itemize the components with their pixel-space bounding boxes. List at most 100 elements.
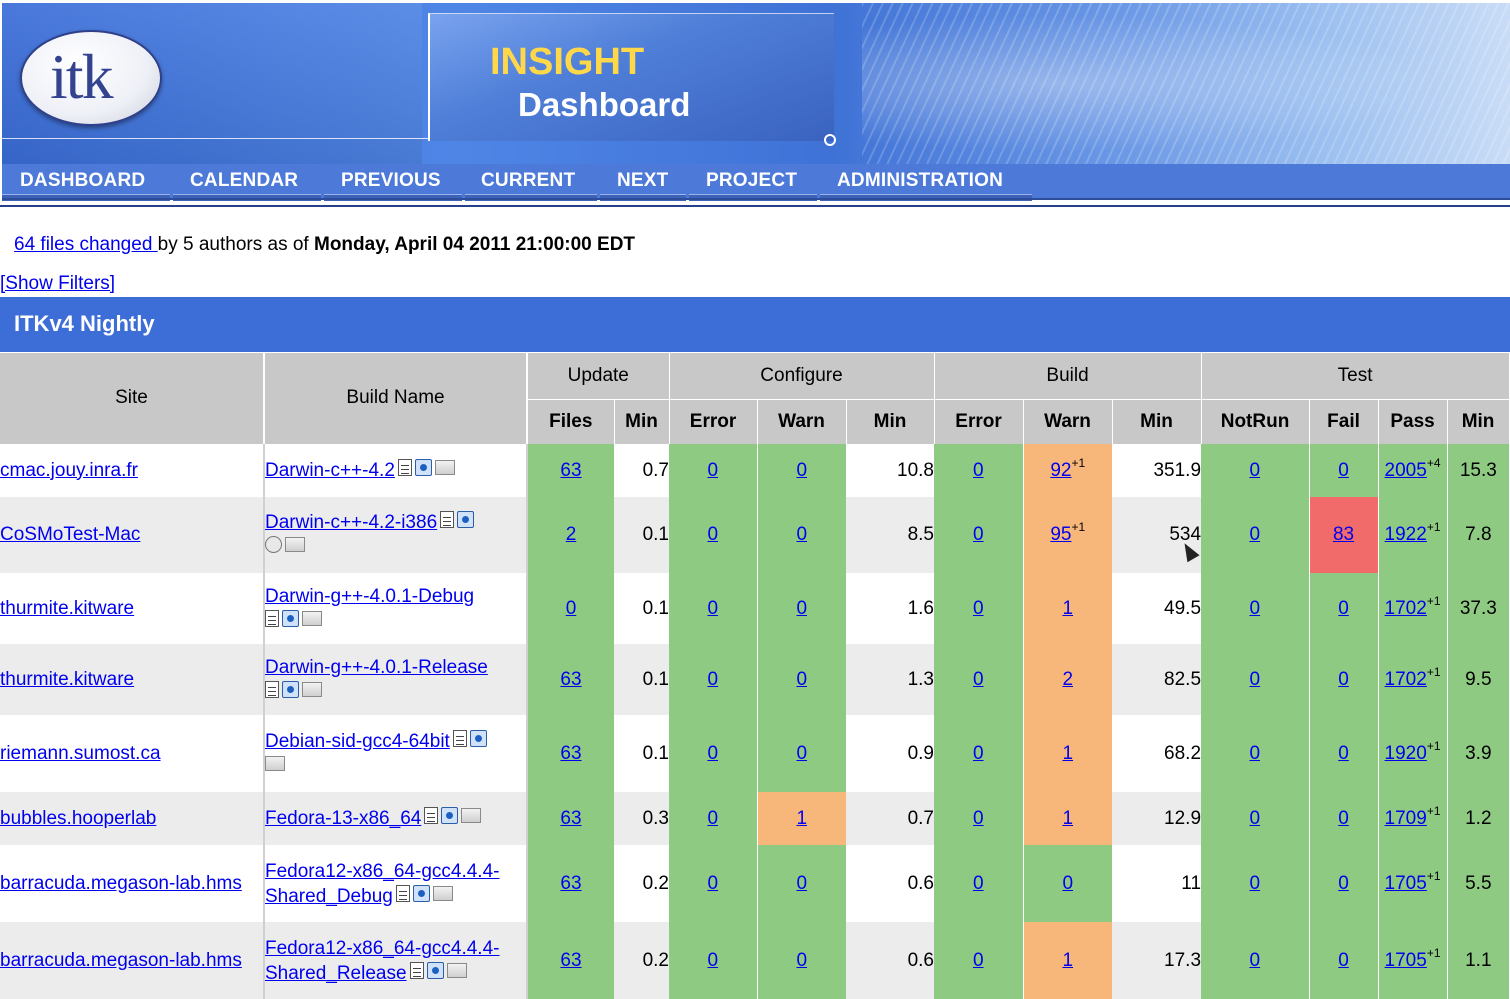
build-error-link[interactable]: 0 [973,598,984,619]
site-link[interactable]: barracuda.megason-lab.hms [0,950,242,971]
configure-error-link[interactable]: 0 [707,950,718,971]
configure-warn-link[interactable]: 0 [796,669,807,690]
notes-icon[interactable] [452,729,467,747]
nav-dashboard[interactable]: DASHBOARD [20,170,145,192]
notes-icon[interactable] [409,961,424,979]
nav-next[interactable]: NEXT [617,170,668,192]
update-files-link[interactable]: 63 [560,950,581,971]
show-filters-link[interactable]: [Show Filters] [0,273,115,295]
test-notrun-link[interactable]: 0 [1249,873,1260,894]
col-configure-warn[interactable]: Warn [756,399,847,444]
build-error-link[interactable]: 0 [973,873,984,894]
notes-icon[interactable] [397,459,412,477]
test-fail-link[interactable]: 0 [1338,808,1349,829]
site-link[interactable]: bubbles.hooperlab [0,808,156,829]
update-files-link[interactable]: 63 [560,743,581,764]
col-build-min[interactable]: Min [1111,399,1202,444]
build-warn-link[interactable]: 0 [1062,873,1073,894]
test-pass-link[interactable]: 1705 [1385,873,1427,894]
build-error-link[interactable]: 0 [973,743,984,764]
configure-warn-link[interactable]: 0 [796,743,807,764]
site-link[interactable]: thurmite.kitware [0,598,134,619]
nav-project[interactable]: PROJECT [706,170,797,192]
nav-calendar[interactable]: CALENDAR [190,170,298,192]
build-warn-link[interactable]: 1 [1062,808,1073,829]
notes-icon[interactable] [440,511,455,529]
build-warn-link[interactable]: 1 [1062,598,1073,619]
build-error-link[interactable]: 0 [973,524,984,545]
test-notrun-link[interactable]: 0 [1249,950,1260,971]
build-warn-link[interactable]: 2 [1062,669,1073,690]
info-icon[interactable] [265,536,282,554]
site-link[interactable]: barracuda.megason-lab.hms [0,873,242,894]
folder-icon[interactable] [432,885,453,901]
col-test-pass[interactable]: Pass [1377,399,1448,444]
test-notrun-link[interactable]: 0 [1249,743,1260,764]
site-link[interactable]: riemann.sumost.ca [0,743,161,764]
configure-warn-link[interactable]: 0 [796,873,807,894]
configure-warn-link[interactable]: 0 [796,460,807,481]
col-build-name[interactable]: Build Name [264,352,528,444]
build-link[interactable]: Darwin-c++-4.2 [265,460,395,481]
test-fail-link[interactable]: 0 [1338,743,1349,764]
build-link[interactable]: Darwin-g++-4.0.1-Debug [265,586,474,607]
notes-icon[interactable] [265,680,279,698]
itk-logo[interactable]: itk [20,30,162,126]
update-files-link[interactable]: 63 [560,873,581,894]
build-error-link[interactable]: 0 [973,950,984,971]
configure-warn-link[interactable]: 0 [796,950,807,971]
col-update-min[interactable]: Min [613,399,670,444]
test-fail-link[interactable]: 0 [1338,873,1349,894]
configure-error-link[interactable]: 0 [707,808,718,829]
build-warn-link[interactable]: 95 [1050,524,1071,545]
test-pass-link[interactable]: 1709 [1385,808,1427,829]
update-files-link[interactable]: 63 [560,808,581,829]
build-link[interactable]: Darwin-c++-4.2-i386 [265,512,437,533]
folder-icon[interactable] [302,610,322,626]
configure-warn-link[interactable]: 0 [796,598,807,619]
notes-icon[interactable] [424,807,439,825]
test-notrun-link[interactable]: 0 [1249,808,1260,829]
folder-icon[interactable] [285,537,305,553]
folder-icon[interactable] [302,681,322,697]
build-error-link[interactable]: 0 [973,669,984,690]
update-icon[interactable] [441,807,459,825]
col-build-error[interactable]: Error [933,399,1024,444]
col-test-min[interactable]: Min [1446,399,1510,444]
update-icon[interactable] [469,729,487,747]
test-notrun-link[interactable]: 0 [1249,524,1260,545]
col-site[interactable]: Site [0,352,265,444]
nav-administration[interactable]: ADMINISTRATION [837,170,1003,192]
update-icon[interactable] [426,961,444,979]
update-icon[interactable] [414,459,432,477]
configure-warn-link[interactable]: 0 [796,524,807,545]
update-files-link[interactable]: 63 [560,669,581,690]
test-pass-link[interactable]: 1705 [1385,950,1427,971]
site-link[interactable]: CoSMoTest-Mac [0,524,140,545]
configure-error-link[interactable]: 0 [707,598,718,619]
test-pass-link[interactable]: 1702 [1385,598,1427,619]
test-fail-link[interactable]: 83 [1333,524,1354,545]
test-pass-link[interactable]: 1920 [1385,743,1427,764]
nav-previous[interactable]: PREVIOUS [341,170,441,192]
test-notrun-link[interactable]: 0 [1249,669,1260,690]
col-update-files[interactable]: Files [526,399,615,444]
notes-icon[interactable] [265,609,279,627]
update-icon[interactable] [412,884,430,902]
build-error-link[interactable]: 0 [973,808,984,829]
configure-error-link[interactable]: 0 [707,460,718,481]
folder-icon[interactable] [265,755,285,771]
col-configure-error[interactable]: Error [668,399,758,444]
build-error-link[interactable]: 0 [973,460,984,481]
col-configure-min[interactable]: Min [845,399,935,444]
folder-icon[interactable] [434,460,455,476]
col-test-notrun[interactable]: NotRun [1200,399,1310,444]
configure-error-link[interactable]: 0 [707,524,718,545]
build-warn-link[interactable]: 92 [1050,460,1071,481]
update-files-link[interactable]: 2 [566,524,577,545]
folder-icon[interactable] [461,808,482,824]
test-notrun-link[interactable]: 0 [1249,460,1260,481]
configure-warn-link[interactable]: 1 [796,808,807,829]
test-pass-link[interactable]: 2005 [1385,460,1427,481]
test-fail-link[interactable]: 0 [1338,460,1349,481]
